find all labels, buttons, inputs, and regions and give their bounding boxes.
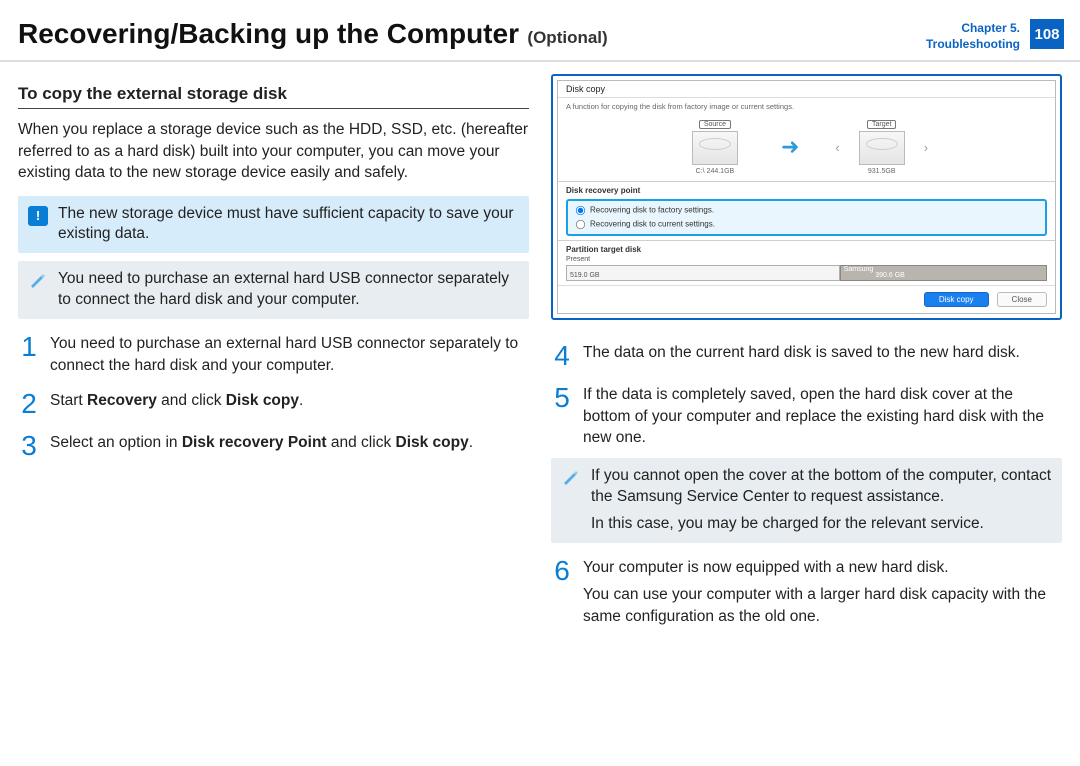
radio-factory-label: Recovering disk to factory settings. [590, 206, 714, 215]
step-3-mid: and click [327, 434, 396, 451]
right-column: Disk copy A function for copying the dis… [551, 74, 1062, 637]
page-title-wrap: Recovering/Backing up the Computer (Opti… [18, 18, 926, 50]
section-heading: To copy the external storage disk [18, 84, 529, 109]
radio-current[interactable]: Recovering disk to current settings. [574, 218, 1039, 231]
callout-alert-text: The new storage device must have suffici… [58, 204, 519, 246]
partition-label: Partition target disk [558, 240, 1055, 254]
step-number-2: 2 [18, 390, 40, 418]
step-5: 5 If the data is completely saved, open … [551, 384, 1062, 448]
page-header: Recovering/Backing up the Computer (Opti… [0, 0, 1080, 62]
radio-current-input[interactable] [576, 220, 585, 229]
screenshot-window-title: Disk copy [558, 81, 1055, 98]
step-2: 2 Start Recovery and click Disk copy. [18, 390, 529, 418]
disk-copy-screenshot: Disk copy A function for copying the dis… [551, 74, 1062, 320]
step-5-text: If the data is completely saved, open th… [583, 384, 1062, 448]
step-3-bold-point: Disk recovery Point [182, 434, 327, 451]
hdd-icon [692, 131, 738, 165]
step-3-text: Select an option in Disk recovery Point … [50, 432, 529, 460]
step-number-3: 3 [18, 432, 40, 460]
callout-note-usb-text: You need to purchase an external hard US… [58, 269, 519, 311]
step-number-4: 4 [551, 342, 573, 370]
recovery-point-options: Recovering disk to factory settings. Rec… [566, 199, 1047, 236]
target-badge: Target [867, 120, 896, 129]
partition-segment-b-title: Samsung [844, 266, 874, 273]
left-column: To copy the external storage disk When y… [18, 74, 529, 637]
step-2-post: . [299, 392, 303, 409]
source-badge: Source [699, 120, 731, 129]
screenshot-drives-row: Source C:\ 244.1GB ➜ ‹ Target 931.5GB › [558, 113, 1055, 179]
callout-note-service-p2: In this case, you may be charged for the… [591, 514, 1052, 535]
step-number-5: 5 [551, 384, 573, 448]
target-capacity: 931.5GB [846, 168, 918, 175]
partition-segment-a: 519.0 GB [566, 265, 840, 281]
callout-note-service-p1: If you cannot open the cover at the bott… [591, 466, 1052, 508]
screenshot-button-row: Disk copy Close [558, 285, 1055, 313]
intro-paragraph: When you replace a storage device such a… [18, 119, 529, 183]
alert-icon: ! [28, 206, 48, 226]
step-4-text: The data on the current hard disk is sav… [583, 342, 1062, 370]
note-icon [561, 468, 581, 488]
step-6-text-b: You can use your computer with a larger … [583, 584, 1062, 627]
step-2-bold-diskcopy: Disk copy [226, 392, 299, 409]
source-drive: Source C:\ 244.1GB [679, 119, 751, 175]
callout-alert: ! The new storage device must have suffi… [18, 196, 529, 254]
radio-current-label: Recovering disk to current settings. [590, 219, 715, 228]
disk-copy-button[interactable]: Disk copy [924, 292, 989, 307]
radio-factory[interactable]: Recovering disk to factory settings. [574, 204, 1039, 217]
arrow-right-icon: ➜ [781, 134, 799, 160]
callout-note-service: If you cannot open the cover at the bott… [551, 458, 1062, 543]
partition-present-label: Present [566, 256, 1047, 263]
step-3-pre: Select an option in [50, 434, 182, 451]
step-6: 6 Your computer is now equipped with a n… [551, 557, 1062, 627]
step-6-body: Your computer is now equipped with a new… [583, 557, 1062, 627]
callout-note-service-body: If you cannot open the cover at the bott… [591, 466, 1052, 535]
step-4: 4 The data on the current hard disk is s… [551, 342, 1062, 370]
page-number-badge: 108 [1030, 19, 1064, 49]
screenshot-inner: Disk copy A function for copying the dis… [557, 80, 1056, 314]
page-title-optional: (Optional) [527, 28, 607, 47]
step-3-post: . [469, 434, 473, 451]
step-1: 1 You need to purchase an external hard … [18, 333, 529, 376]
chevron-right-icon[interactable]: › [924, 140, 928, 155]
step-2-bold-recovery: Recovery [87, 392, 157, 409]
partition-diagram: Present 519.0 GB Samsung 390.6 GB [566, 256, 1047, 281]
callout-note-usb: You need to purchase an external hard US… [18, 261, 529, 319]
hdd-icon [859, 131, 905, 165]
partition-segment-b-size: 390.6 GB [875, 272, 905, 279]
content-columns: To copy the external storage disk When y… [0, 62, 1080, 655]
chapter-number: Chapter 5. [926, 20, 1020, 36]
note-icon [28, 271, 48, 291]
step-3: 3 Select an option in Disk recovery Poin… [18, 432, 529, 460]
chapter-name: Troubleshooting [926, 36, 1020, 52]
step-3-bold-diskcopy: Disk copy [396, 434, 469, 451]
step-6-text-a: Your computer is now equipped with a new… [583, 557, 1062, 578]
step-number-6: 6 [551, 557, 573, 627]
recovery-point-label: Disk recovery point [558, 181, 1055, 195]
partition-bar: 519.0 GB Samsung 390.6 GB [566, 265, 1047, 281]
chevron-left-icon[interactable]: ‹ [835, 140, 839, 155]
close-button[interactable]: Close [997, 292, 1047, 307]
step-2-text: Start Recovery and click Disk copy. [50, 390, 529, 418]
target-drive: Target 931.5GB [846, 119, 918, 175]
page-title: Recovering/Backing up the Computer [18, 18, 519, 49]
screenshot-description: A function for copying the disk from fac… [558, 98, 1055, 113]
step-2-mid: and click [157, 392, 226, 409]
step-1-text: You need to purchase an external hard US… [50, 333, 529, 376]
partition-segment-b: Samsung 390.6 GB [840, 265, 1047, 281]
chapter-label: Chapter 5. Troubleshooting [926, 20, 1020, 52]
step-2-pre: Start [50, 392, 87, 409]
radio-factory-input[interactable] [576, 206, 585, 215]
source-capacity: C:\ 244.1GB [679, 168, 751, 175]
step-number-1: 1 [18, 333, 40, 376]
target-drive-wrap: ‹ Target 931.5GB › [829, 119, 934, 175]
